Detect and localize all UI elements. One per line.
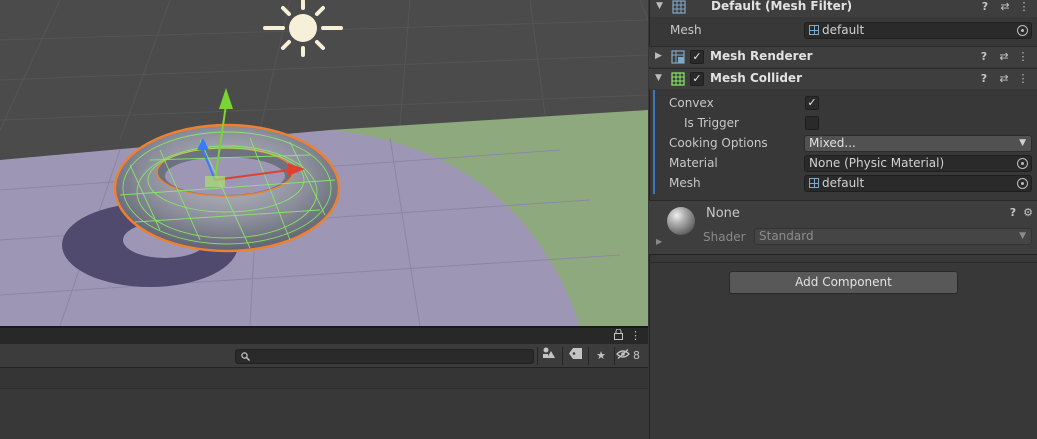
mesh-collider-title: Mesh Collider — [710, 71, 802, 85]
convex-label: Convex — [669, 96, 714, 110]
mesh-renderer-title: Mesh Renderer — [710, 49, 813, 63]
mesh-asset-icon — [809, 178, 819, 188]
mesh-collider-enabled-checkbox[interactable]: ✓ — [690, 72, 704, 86]
cooking-options-dropdown[interactable]: Mixed... ▼ — [804, 135, 1032, 152]
physic-material-field[interactable]: None (Physic Material) — [804, 155, 1032, 172]
component-menu-icon[interactable]: ⋮ — [1017, 0, 1031, 15]
toolbar-divider — [614, 347, 615, 365]
shader-label: Shader — [703, 230, 746, 244]
filter-by-type-icon[interactable] — [538, 347, 560, 365]
component-menu-icon[interactable]: ⋮ — [1016, 49, 1030, 65]
object-picker-icon[interactable] — [1017, 178, 1028, 189]
section-divider — [649, 262, 1037, 263]
selection-accent-bar — [653, 90, 655, 194]
fold-arrow-icon[interactable]: ▶ — [655, 51, 662, 61]
mesh-renderer-header[interactable]: ▶ ✓ Mesh Renderer ? ⇄ ⋮ — [649, 46, 1037, 67]
hidden-objects-eye-icon[interactable] — [616, 347, 630, 365]
mesh-filter-mesh-label: Mesh — [670, 23, 702, 37]
gizmo-plane-handle — [205, 176, 225, 187]
collider-mesh-field[interactable]: default — [804, 175, 1032, 192]
physic-material-value: None (Physic Material) — [809, 156, 945, 170]
mesh-renderer-enabled-checkbox[interactable]: ✓ — [690, 50, 704, 64]
cooking-options-label: Cooking Options — [669, 136, 768, 150]
collider-mesh-label: Mesh — [669, 176, 701, 190]
mesh-collider-icon — [671, 72, 685, 86]
panel-menu-icon[interactable]: ⋮ — [630, 329, 641, 343]
mesh-filter-icon — [672, 0, 686, 14]
mesh-filter-mesh-field[interactable]: default — [804, 22, 1032, 39]
is-trigger-label: Is Trigger — [684, 116, 739, 130]
presets-icon[interactable]: ⇄ — [997, 71, 1011, 87]
mesh-filter-title: Default (Mesh Filter) — [711, 0, 853, 13]
help-icon[interactable]: ? — [977, 49, 991, 65]
favorites-star-icon[interactable]: ★ — [590, 347, 612, 365]
shader-value: Standard — [759, 229, 814, 243]
component-menu-icon[interactable]: ⋮ — [1016, 71, 1030, 87]
help-icon[interactable]: ? — [978, 0, 992, 15]
dropdown-arrow-icon: ▼ — [1019, 231, 1026, 241]
scene-view[interactable] — [0, 0, 648, 326]
fold-arrow-icon[interactable]: ▼ — [656, 1, 663, 11]
mesh-asset-icon — [809, 25, 819, 35]
dropdown-arrow-icon: ▼ — [1019, 138, 1026, 148]
project-breadcrumb-strip — [0, 368, 648, 389]
fold-arrow-icon[interactable]: ▶ — [656, 237, 662, 246]
material-name: None — [706, 206, 740, 221]
search-icon — [241, 348, 250, 364]
cooking-options-value: Mixed... — [809, 136, 856, 150]
is-trigger-checkbox[interactable] — [805, 116, 819, 130]
material-section: None ? ⚙ ▶ Shader Standard ▼ — [649, 200, 1037, 255]
mesh-filter-header[interactable]: ▼ Default (Mesh Filter) ? ⇄ ⋮ — [650, 0, 1037, 17]
scene-canvas[interactable] — [0, 0, 648, 326]
convex-checkbox[interactable]: ✓ — [805, 96, 819, 110]
help-icon[interactable]: ? — [1006, 205, 1020, 221]
presets-icon[interactable]: ⇄ — [998, 0, 1012, 15]
add-component-button[interactable]: Add Component — [729, 271, 958, 294]
help-icon[interactable]: ? — [977, 71, 991, 87]
hidden-objects-count: 8 — [633, 349, 640, 362]
search-input[interactable] — [254, 350, 529, 363]
fold-arrow-icon[interactable]: ▼ — [655, 73, 662, 83]
material-preview-sphere — [667, 207, 695, 235]
lock-icon[interactable] — [614, 328, 623, 344]
toolbar-divider — [588, 347, 589, 365]
object-picker-icon[interactable] — [1017, 25, 1028, 36]
project-panel: ⋮ ★ 8 — [0, 326, 648, 439]
presets-icon[interactable]: ⇄ — [997, 49, 1011, 65]
search-box[interactable] — [235, 349, 534, 364]
filter-by-label-icon[interactable] — [564, 347, 586, 365]
mesh-collider-header[interactable]: ▼ ✓ Mesh Collider ? ⇄ ⋮ — [649, 68, 1037, 89]
mesh-filter-mesh-value: default — [822, 23, 865, 37]
toolbar-divider — [562, 347, 563, 365]
panel-tab-bar: ⋮ — [0, 328, 648, 344]
collider-mesh-value: default — [822, 176, 865, 190]
shader-dropdown[interactable]: Standard ▼ — [754, 228, 1032, 245]
material-label: Material — [669, 156, 718, 170]
gear-icon[interactable]: ⚙ — [1021, 205, 1035, 221]
object-picker-icon[interactable] — [1017, 158, 1028, 169]
project-toolbar: ★ 8 — [0, 344, 648, 368]
mesh-renderer-icon — [671, 50, 685, 64]
